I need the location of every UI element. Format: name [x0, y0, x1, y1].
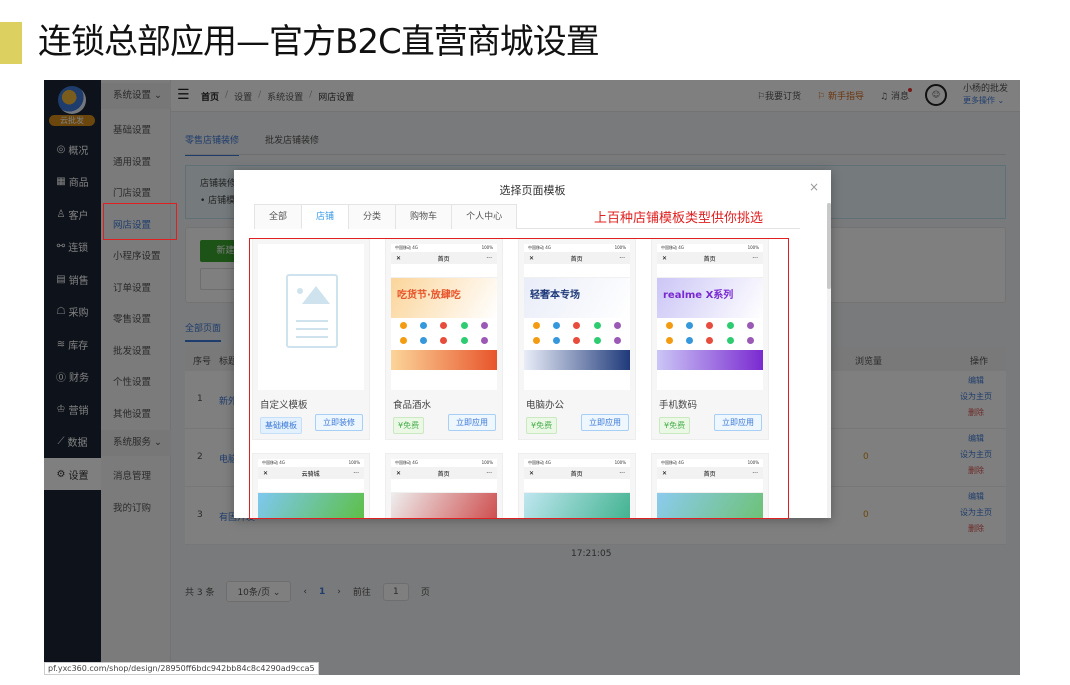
status-url: pf.yxc360.com/shop/design/28950ff6bdc942…: [44, 662, 319, 675]
promo-annotation: 上百种店铺模板类型供你挑选: [594, 211, 764, 226]
scrollbar-thumb[interactable]: [827, 203, 831, 289]
template-tab[interactable]: 购物车: [395, 204, 453, 229]
highlight-box-shop-settings: [103, 203, 177, 240]
template-tab[interactable]: 店铺: [301, 204, 350, 229]
slide-title: 连锁总部应用—官方B2C直营商城设置: [38, 22, 600, 62]
template-tab[interactable]: 分类: [348, 204, 397, 229]
highlight-box-templates: [249, 238, 789, 519]
slide-accent-bar: [0, 22, 22, 64]
modal-title: 选择页面模板: [499, 184, 566, 197]
close-icon[interactable]: ×: [809, 180, 819, 194]
template-tab[interactable]: 全部: [254, 204, 303, 229]
template-tab[interactable]: 个人中心: [451, 204, 518, 229]
